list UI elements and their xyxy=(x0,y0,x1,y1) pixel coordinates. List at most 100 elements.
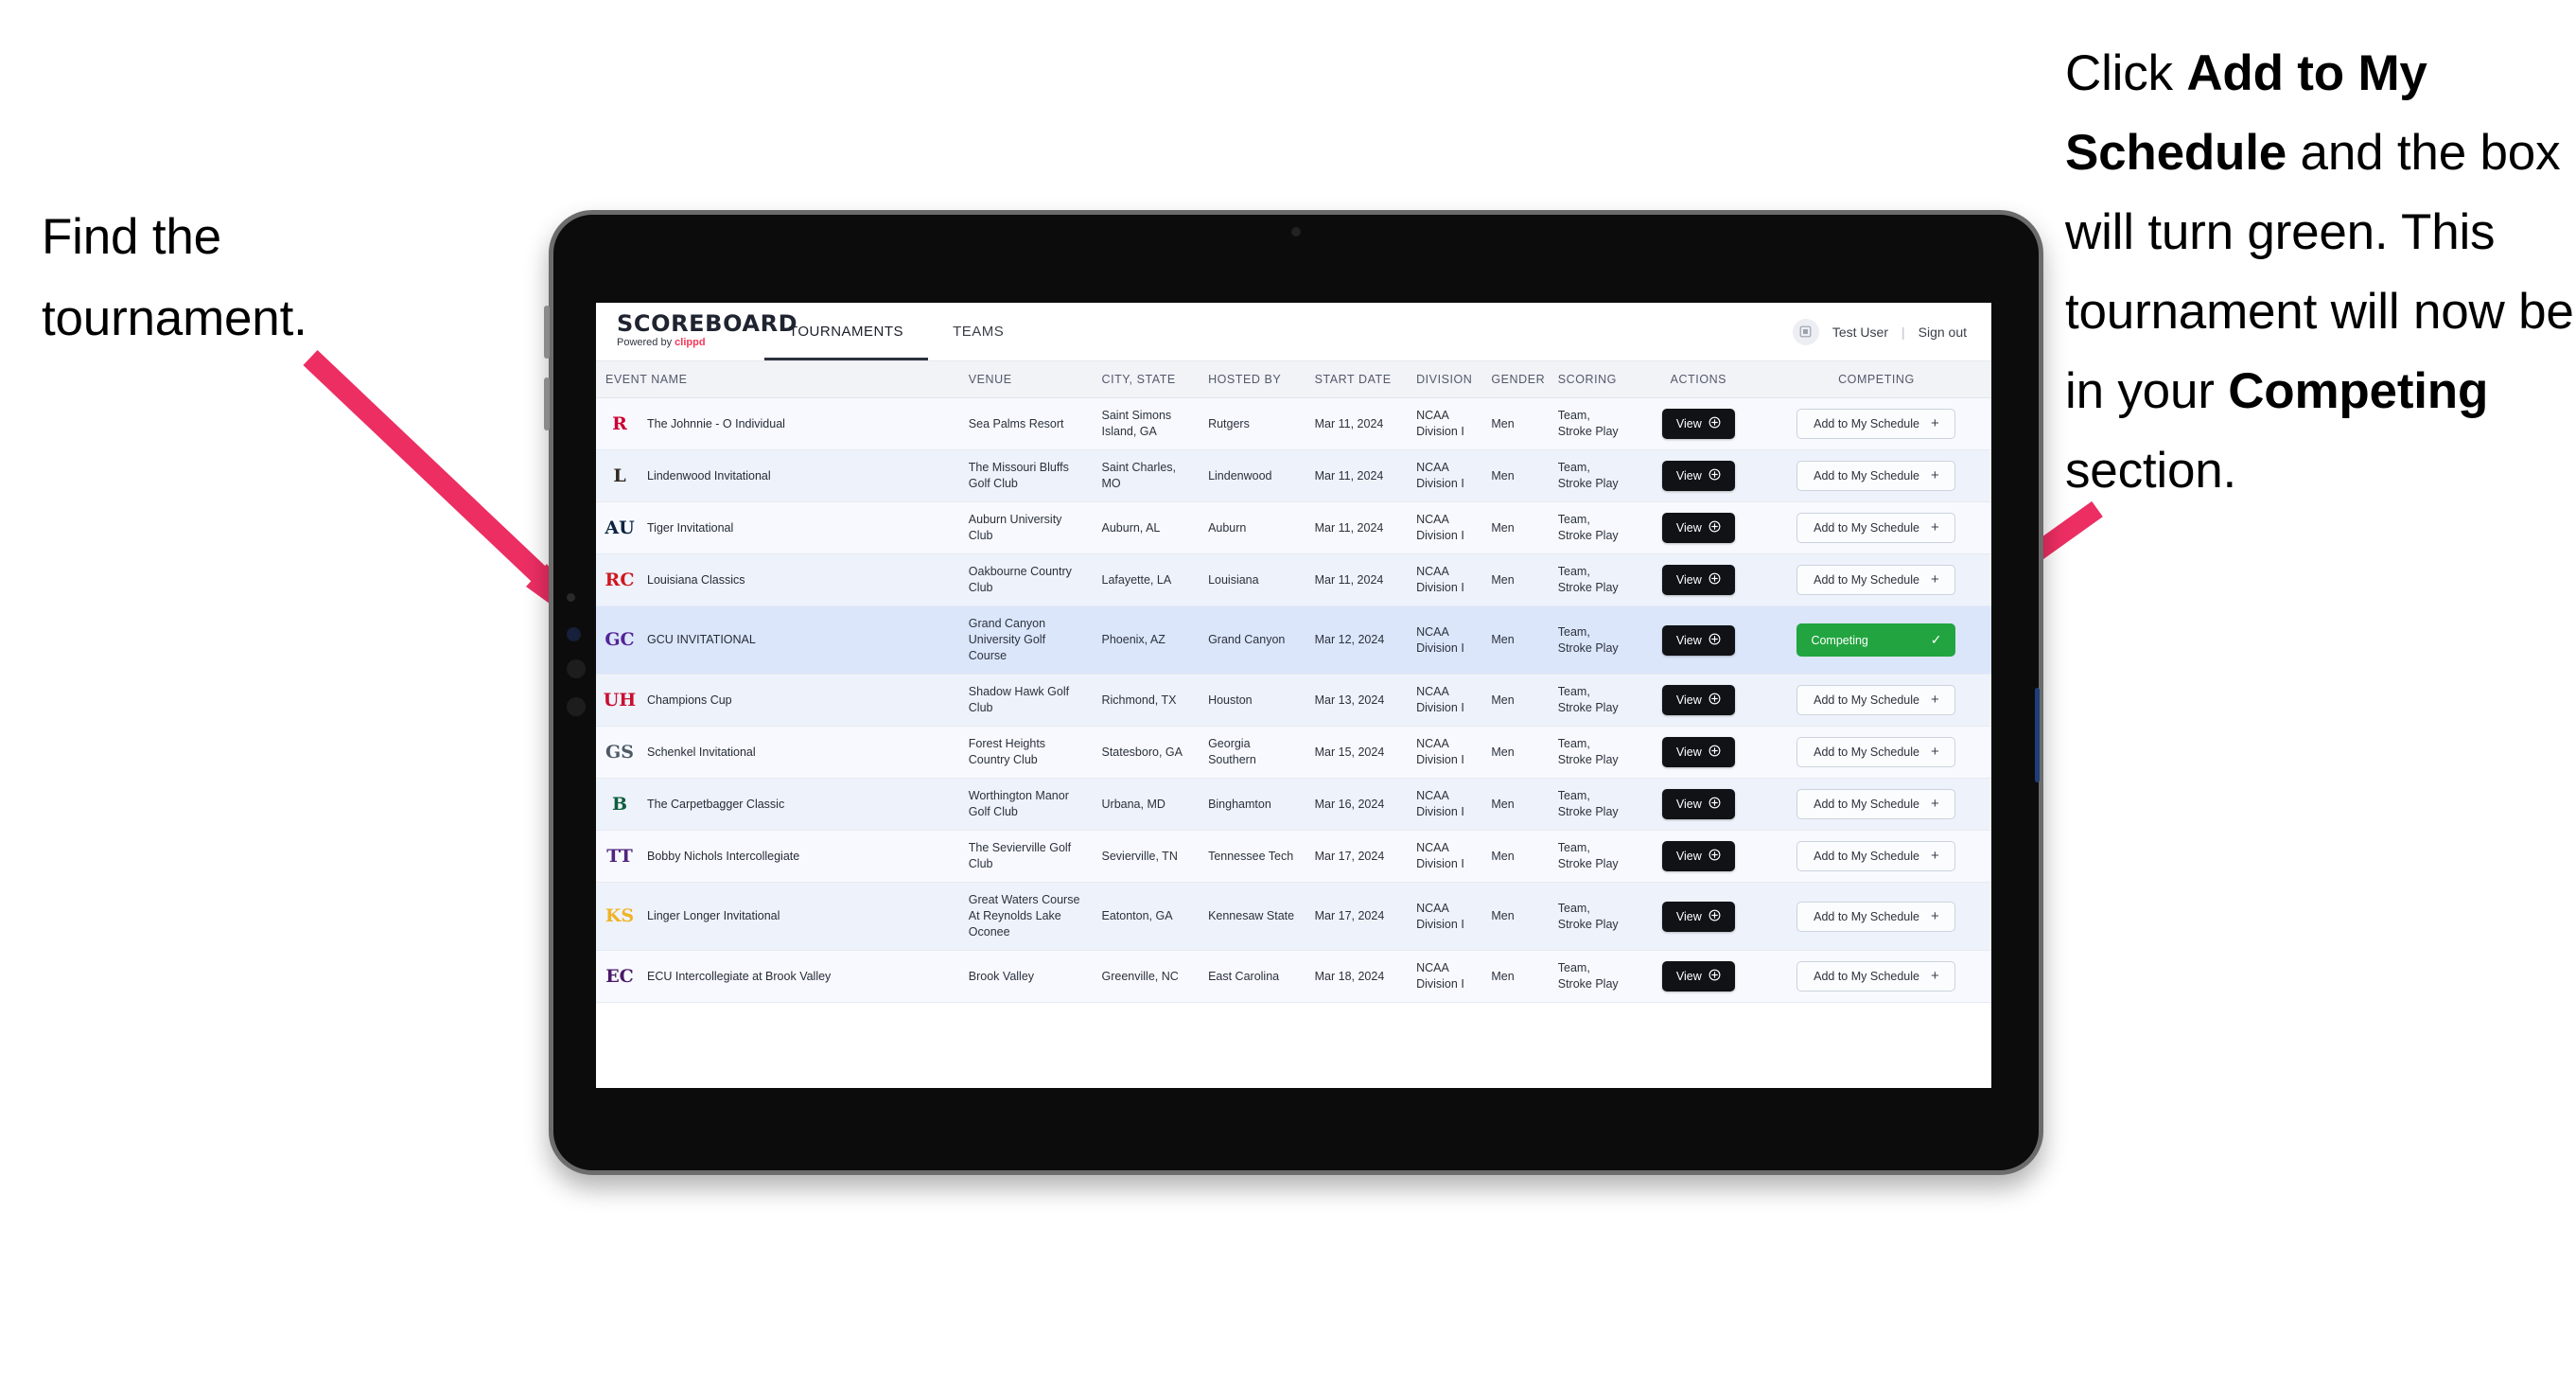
add-to-my-schedule-button[interactable]: Add to My Schedule + xyxy=(1796,737,1956,767)
add-to-my-schedule-button[interactable]: Add to My Schedule + xyxy=(1796,565,1956,595)
view-button[interactable]: View xyxy=(1661,685,1735,715)
cell-competing: Add to My Schedule + xyxy=(1761,726,1991,779)
table-row[interactable]: UH Champions Cup Shadow Hawk Golf Club Ric… xyxy=(596,674,1991,727)
table-row[interactable]: AU Tiger Invitational Auburn University C… xyxy=(596,501,1991,554)
add-to-my-schedule-button[interactable]: Add to My Schedule + xyxy=(1796,961,1956,991)
event-name-text[interactable]: Tiger Invitational xyxy=(647,520,733,536)
tab-tournaments[interactable]: TOURNAMENTS xyxy=(764,303,929,360)
clippd-brand-text: clippd xyxy=(675,337,706,348)
event-name-text[interactable]: Louisiana Classics xyxy=(647,572,745,588)
add-to-my-schedule-button[interactable]: Add to My Schedule + xyxy=(1796,789,1956,819)
add-label: Add to My Schedule xyxy=(1814,970,1919,983)
table-row[interactable]: B The Carpetbagger Classic Worthington Ma… xyxy=(596,778,1991,831)
event-name-text[interactable]: The Johnnie - O Individual xyxy=(647,416,785,432)
add-label: Add to My Schedule xyxy=(1814,417,1919,430)
event-name-text[interactable]: Lindenwood Invitational xyxy=(647,468,771,484)
col-start-date[interactable]: START DATE xyxy=(1305,361,1408,398)
plus-icon: + xyxy=(1930,907,1939,924)
view-button[interactable]: View xyxy=(1661,901,1735,932)
cell-start-date: Mar 17, 2024 xyxy=(1305,882,1408,951)
cell-start-date: Mar 16, 2024 xyxy=(1305,778,1408,831)
view-button[interactable]: View xyxy=(1661,409,1735,439)
competing-button[interactable]: Competing ✓ xyxy=(1796,623,1956,657)
view-label: View xyxy=(1675,417,1702,430)
circle-plus-icon xyxy=(1709,969,1721,984)
add-to-my-schedule-button[interactable]: Add to My Schedule + xyxy=(1796,461,1956,491)
event-name-text[interactable]: Bobby Nichols Intercollegiate xyxy=(647,849,799,865)
cell-venue: Oakbourne Country Club xyxy=(958,553,1093,606)
col-venue[interactable]: VENUE xyxy=(958,361,1093,398)
col-city-state[interactable]: CITY, STATE xyxy=(1092,361,1200,398)
cell-event-name: EC ECU Intercollegiate at Brook Valley xyxy=(596,950,959,1003)
binghamton-bearcats-logo-icon: B xyxy=(611,793,628,815)
brand-logo[interactable]: SCOREBOARD Powered by clippd xyxy=(596,303,797,360)
event-name-text[interactable]: The Carpetbagger Classic xyxy=(647,797,784,813)
table-row[interactable]: GC GCU INVITATIONAL Grand Canyon Universi… xyxy=(596,605,1991,675)
cell-start-date: Mar 11, 2024 xyxy=(1305,397,1408,450)
event-name-text[interactable]: ECU Intercollegiate at Brook Valley xyxy=(647,969,831,985)
cell-event-name: KS Linger Longer Invitational xyxy=(596,882,959,951)
event-name-text[interactable]: GCU INVITATIONAL xyxy=(647,632,756,648)
cell-competing: Add to My Schedule + xyxy=(1761,882,1991,951)
table-row[interactable]: L Lindenwood Invitational The Missouri Bl… xyxy=(596,449,1991,502)
table-header-row: EVENT NAME VENUE CITY, STATE HOSTED BY S… xyxy=(596,361,1991,398)
cell-gender: Men xyxy=(1481,882,1549,951)
table-row[interactable]: KS Linger Longer Invitational Great Water… xyxy=(596,882,1991,951)
georgia-southern-eagles-logo-icon: GS xyxy=(605,741,634,763)
volume-up-button[interactable] xyxy=(544,306,550,359)
add-to-my-schedule-button[interactable]: Add to My Schedule + xyxy=(1796,513,1956,543)
tab-teams[interactable]: TEAMS xyxy=(928,303,1028,360)
device-edge-accent xyxy=(2035,688,2040,782)
view-button[interactable]: View xyxy=(1661,789,1735,819)
view-button[interactable]: View xyxy=(1661,624,1735,656)
user-badge-icon[interactable] xyxy=(1792,318,1819,345)
houston-logo-icon: UH xyxy=(603,689,637,711)
view-button[interactable]: View xyxy=(1661,565,1735,595)
cell-city-state: Auburn, AL xyxy=(1092,501,1200,554)
cell-actions: View xyxy=(1635,449,1761,502)
volume-down-button[interactable] xyxy=(544,377,550,430)
cell-event-name: UH Champions Cup xyxy=(596,674,959,727)
table-row[interactable]: RC Louisiana Classics Oakbourne Country C… xyxy=(596,553,1991,606)
cell-start-date: Mar 11, 2024 xyxy=(1305,449,1408,502)
tournaments-table-container[interactable]: EVENT NAME VENUE CITY, STATE HOSTED BY S… xyxy=(596,361,1991,1088)
table-row[interactable]: GS Schenkel Invitational Forest Heights C… xyxy=(596,726,1991,779)
cell-hosted-by: Kennesaw State xyxy=(1199,882,1306,951)
cell-competing: Add to My Schedule + xyxy=(1761,397,1991,450)
col-hosted-by[interactable]: HOSTED BY xyxy=(1199,361,1306,398)
cell-hosted-by: Rutgers xyxy=(1199,397,1306,450)
cell-city-state: Saint Simons Island, GA xyxy=(1092,397,1200,450)
view-button[interactable]: View xyxy=(1661,961,1735,991)
table-row[interactable]: R The Johnnie - O Individual Sea Palms Re… xyxy=(596,397,1991,450)
col-scoring[interactable]: SCORING xyxy=(1548,361,1636,398)
cell-city-state: Phoenix, AZ xyxy=(1092,605,1200,675)
add-label: Add to My Schedule xyxy=(1814,573,1919,587)
add-to-my-schedule-button[interactable]: Add to My Schedule + xyxy=(1796,685,1956,715)
view-button[interactable]: View xyxy=(1661,461,1735,491)
circle-plus-icon xyxy=(1709,745,1721,760)
tablet-screen: SCOREBOARD Powered by clippd TOURNAMENTS… xyxy=(596,303,1991,1088)
cell-gender: Men xyxy=(1481,449,1549,502)
cell-hosted-by: Louisiana xyxy=(1199,553,1306,606)
view-button[interactable]: View xyxy=(1661,841,1735,871)
col-division[interactable]: DIVISION xyxy=(1407,361,1482,398)
event-name-text[interactable]: Schenkel Invitational xyxy=(647,745,756,761)
col-event-name[interactable]: EVENT NAME xyxy=(596,361,959,398)
cell-division: NCAA Division I xyxy=(1407,553,1482,606)
view-button[interactable]: View xyxy=(1661,737,1735,767)
table-row[interactable]: EC ECU Intercollegiate at Brook Valley Br… xyxy=(596,950,1991,1003)
user-name[interactable]: Test User xyxy=(1832,325,1888,340)
cell-city-state: Richmond, TX xyxy=(1092,674,1200,727)
event-name-text[interactable]: Champions Cup xyxy=(647,693,732,709)
add-to-my-schedule-button[interactable]: Add to My Schedule + xyxy=(1796,901,1956,932)
sign-out-link[interactable]: Sign out xyxy=(1919,325,1967,340)
event-name-text[interactable]: Linger Longer Invitational xyxy=(647,908,780,924)
col-gender[interactable]: GENDER xyxy=(1481,361,1549,398)
cell-actions: View xyxy=(1635,882,1761,951)
add-to-my-schedule-button[interactable]: Add to My Schedule + xyxy=(1796,841,1956,871)
plus-icon: + xyxy=(1930,415,1939,431)
table-row[interactable]: TT Bobby Nichols Intercollegiate The Sevi… xyxy=(596,830,1991,883)
view-button[interactable]: View xyxy=(1661,513,1735,543)
cell-city-state: Urbana, MD xyxy=(1092,778,1200,831)
add-to-my-schedule-button[interactable]: Add to My Schedule + xyxy=(1796,409,1956,439)
